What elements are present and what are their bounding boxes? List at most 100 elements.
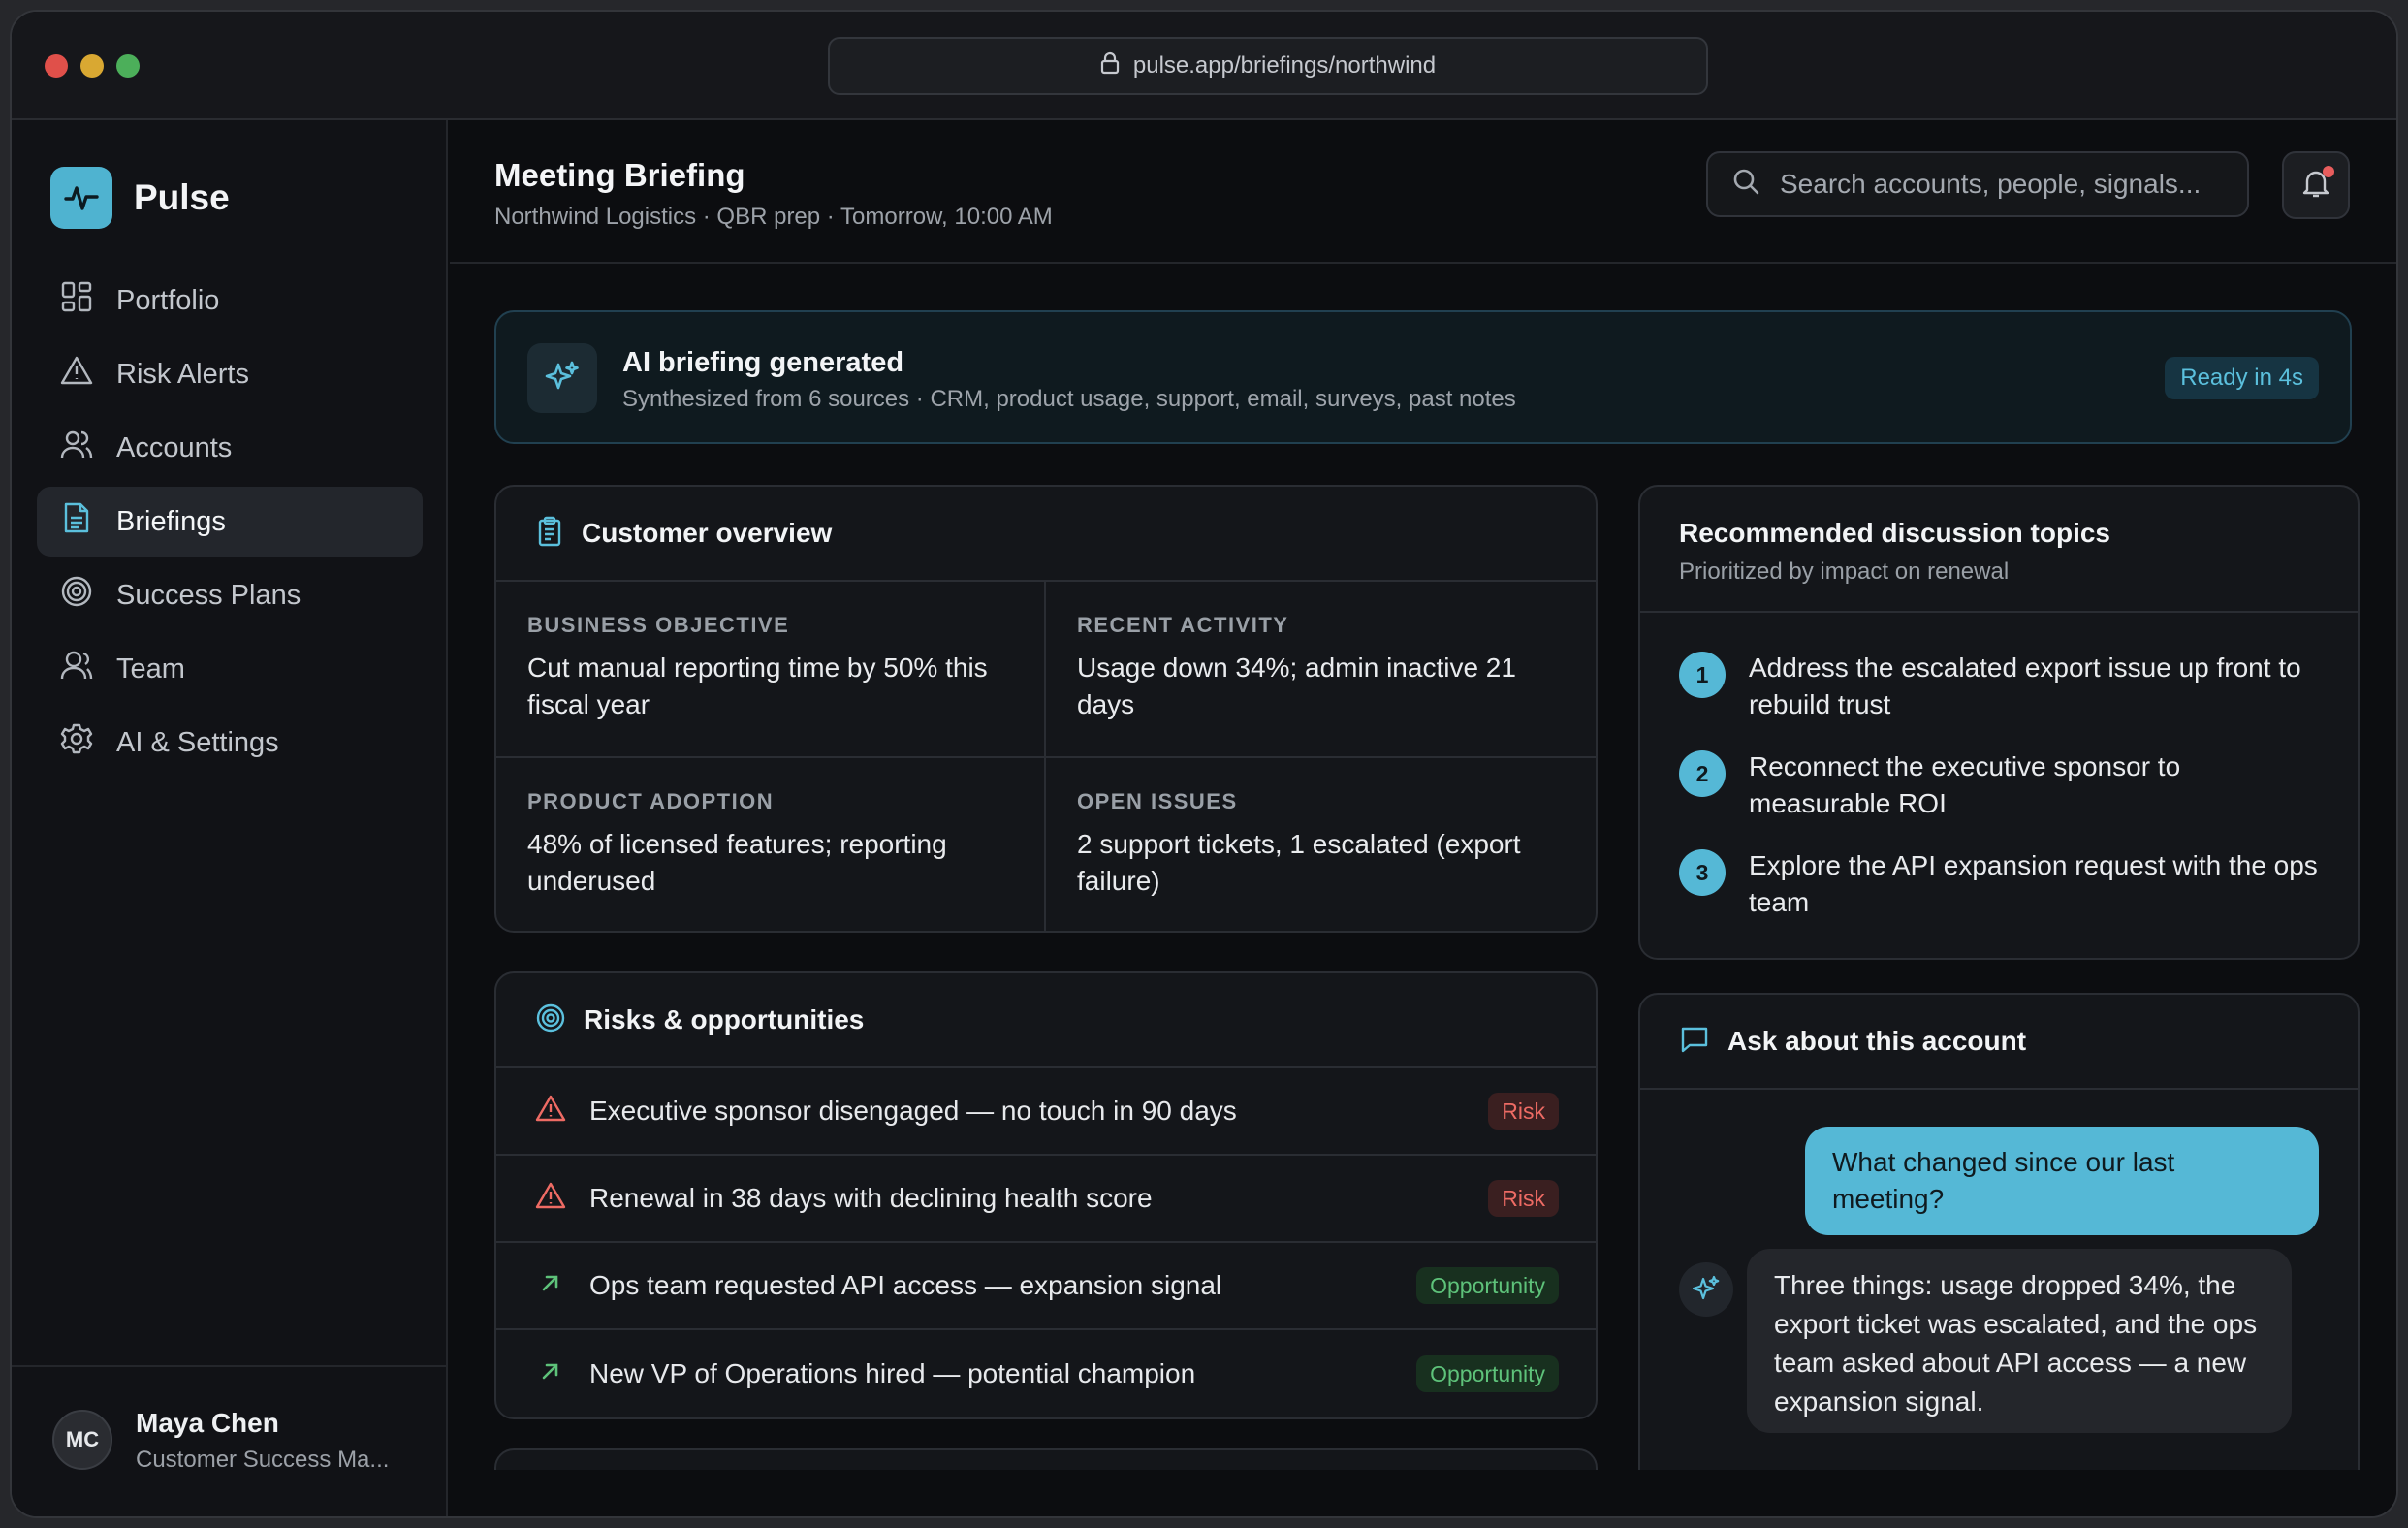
warning-icon: [60, 354, 93, 395]
sidebar-item-label: AI & Settings: [116, 726, 279, 758]
opportunity-badge: Opportunity: [1416, 1267, 1559, 1304]
sidebar-item-label: Team: [116, 653, 185, 684]
risk-badge: Risk: [1488, 1180, 1559, 1217]
maximize-window-button[interactable]: [116, 54, 140, 78]
search-placeholder: Search accounts, people, signals...: [1780, 169, 2202, 199]
overview-cell-recent-activity: RECENT ACTIVITY Usage down 34%; admin in…: [1046, 582, 1596, 758]
sidebar: Pulse Portfolio Risk Alerts Accounts Bri…: [12, 120, 448, 1516]
card-title: Customer overview: [582, 518, 833, 548]
cell-value: Usage down 34%; admin inactive 21 days: [1077, 653, 1516, 719]
cell-value: 48% of licensed features; reporting unde…: [527, 829, 947, 896]
list-item-text: New VP of Operations hired — potential c…: [589, 1358, 1196, 1388]
list-item[interactable]: Renewal in 38 days with declining health…: [496, 1156, 1596, 1243]
topic-item[interactable]: 3 Explore the API expansion request with…: [1640, 847, 2358, 921]
opportunity-badge: Opportunity: [1416, 1355, 1559, 1392]
user-profile[interactable]: MC Maya Chen Customer Success Ma...: [12, 1365, 446, 1516]
user-name: Maya Chen: [136, 1408, 279, 1438]
sidebar-item-label: Success Plans: [116, 579, 301, 611]
sidebar-item-team[interactable]: Team: [37, 634, 423, 704]
cell-value: Cut manual reporting time by 50% this fi…: [527, 653, 988, 719]
lock-icon: [1100, 51, 1120, 81]
document-icon: [60, 501, 93, 542]
banner-subtitle: Synthesized from 6 sources · CRM, produc…: [622, 386, 1516, 412]
ai-briefing-banner: AI briefing generated Synthesized from 6…: [494, 310, 2352, 444]
sidebar-nav: Portfolio Risk Alerts Accounts Briefings…: [37, 266, 423, 781]
viewport-bottom-edge: [450, 1470, 2396, 1516]
overview-cell-product-adoption: PRODUCT ADOPTION 48% of licensed feature…: [496, 758, 1046, 931]
search-input[interactable]: Search accounts, people, signals...: [1706, 151, 2249, 217]
grid-icon: [60, 280, 93, 321]
search-icon: [1731, 167, 1760, 203]
overview-cell-business-objective: BUSINESS OBJECTIVE Cut manual reporting …: [496, 582, 1046, 758]
sidebar-item-ai-settings[interactable]: AI & Settings: [37, 708, 423, 778]
chat-icon: [1679, 1024, 1710, 1060]
target-icon: [535, 1003, 566, 1038]
cell-value: 2 support tickets, 1 escalated (export f…: [1077, 829, 1521, 896]
users-icon: [60, 428, 93, 468]
sidebar-item-success-plans[interactable]: Success Plans: [37, 560, 423, 630]
page-title: Meeting Briefing: [494, 157, 745, 193]
user-role: Customer Success Ma...: [136, 1447, 390, 1473]
sidebar-item-portfolio[interactable]: Portfolio: [37, 266, 423, 335]
brand[interactable]: Pulse: [50, 167, 230, 229]
notifications-button[interactable]: [2282, 151, 2350, 219]
card-header: Customer overview: [496, 487, 1596, 582]
cell-label: OPEN ISSUES: [1077, 789, 1238, 813]
main-content: Meeting Briefing Northwind Logistics · Q…: [450, 120, 2396, 1516]
target-icon: [60, 575, 93, 616]
list-item-text: Renewal in 38 days with declining health…: [589, 1183, 1153, 1213]
window-controls: [45, 54, 140, 78]
card-title: Risks & opportunities: [584, 1004, 865, 1035]
cell-label: RECENT ACTIVITY: [1077, 613, 1289, 637]
list-item[interactable]: Executive sponsor disengaged — no touch …: [496, 1068, 1596, 1156]
list-item[interactable]: Ops team requested API access — expansio…: [496, 1243, 1596, 1330]
risk-badge: Risk: [1488, 1093, 1559, 1130]
browser-window: pulse.app/briefings/northwind Pulse Port…: [10, 10, 2398, 1518]
clipboard-icon: [535, 516, 564, 552]
topic-item[interactable]: 1 Address the escalated export issue up …: [1640, 650, 2358, 723]
brand-name: Pulse: [134, 177, 230, 217]
sidebar-item-briefings[interactable]: Briefings: [37, 487, 423, 557]
url-text: pulse.app/briefings/northwind: [1132, 52, 1437, 79]
card-title: Ask about this account: [1727, 1026, 2027, 1056]
list-item-text: Executive sponsor disengaged — no touch …: [589, 1096, 1237, 1126]
list-item[interactable]: New VP of Operations hired — potential c…: [496, 1330, 1596, 1417]
topic-text: Explore the API expansion request with t…: [1749, 850, 2318, 917]
sidebar-item-label: Portfolio: [116, 284, 220, 316]
avatar: MC: [52, 1410, 112, 1470]
sidebar-item-label: Accounts: [116, 431, 233, 463]
warning-icon: [535, 1181, 566, 1217]
card-header: Risks & opportunities: [496, 973, 1596, 1068]
address-bar[interactable]: pulse.app/briefings/northwind: [828, 37, 1708, 95]
topic-number: 3: [1679, 849, 1726, 896]
topic-item[interactable]: 2 Reconnect the executive sponsor to mea…: [1640, 748, 2358, 822]
notification-dot: [2323, 166, 2334, 177]
overview-grid: BUSINESS OBJECTIVE Cut manual reporting …: [496, 582, 1596, 931]
topic-text: Address the escalated export issue up fr…: [1749, 653, 2301, 719]
warning-icon: [535, 1094, 566, 1130]
card-header: Recommended discussion topics Prioritize…: [1640, 487, 2358, 613]
sidebar-item-accounts[interactable]: Accounts: [37, 413, 423, 483]
overview-cell-open-issues: OPEN ISSUES 2 support tickets, 1 escalat…: [1046, 758, 1596, 931]
sidebar-item-label: Briefings: [116, 505, 226, 537]
arrow-up-right-icon: [535, 1356, 566, 1392]
ask-account-card: Ask about this account What changed sinc…: [1638, 993, 2360, 1516]
topic-number: 1: [1679, 652, 1726, 698]
ai-sparkle-icon: [1679, 1262, 1733, 1317]
page-subtitle: Northwind Logistics · QBR prep · Tomorro…: [494, 204, 1053, 230]
status-badge: Ready in 4s: [2165, 357, 2319, 399]
page-header: Meeting Briefing Northwind Logistics · Q…: [450, 120, 2396, 264]
card-title: Recommended discussion topics: [1679, 518, 2110, 548]
card-subtitle: Prioritized by impact on renewal: [1679, 558, 2010, 585]
gear-icon: [60, 722, 93, 763]
banner-title: AI briefing generated: [622, 347, 904, 378]
cell-label: BUSINESS OBJECTIVE: [527, 613, 790, 637]
arrow-up-right-icon: [535, 1268, 566, 1304]
minimize-window-button[interactable]: [80, 54, 104, 78]
close-window-button[interactable]: [45, 54, 68, 78]
topic-text: Reconnect the executive sponsor to measu…: [1749, 751, 2181, 818]
discussion-topics-card: Recommended discussion topics Prioritize…: [1638, 485, 2360, 960]
sparkle-icon: [527, 343, 597, 413]
risks-opportunities-card: Risks & opportunities Executive sponsor …: [494, 971, 1598, 1419]
sidebar-item-risk-alerts[interactable]: Risk Alerts: [37, 339, 423, 409]
